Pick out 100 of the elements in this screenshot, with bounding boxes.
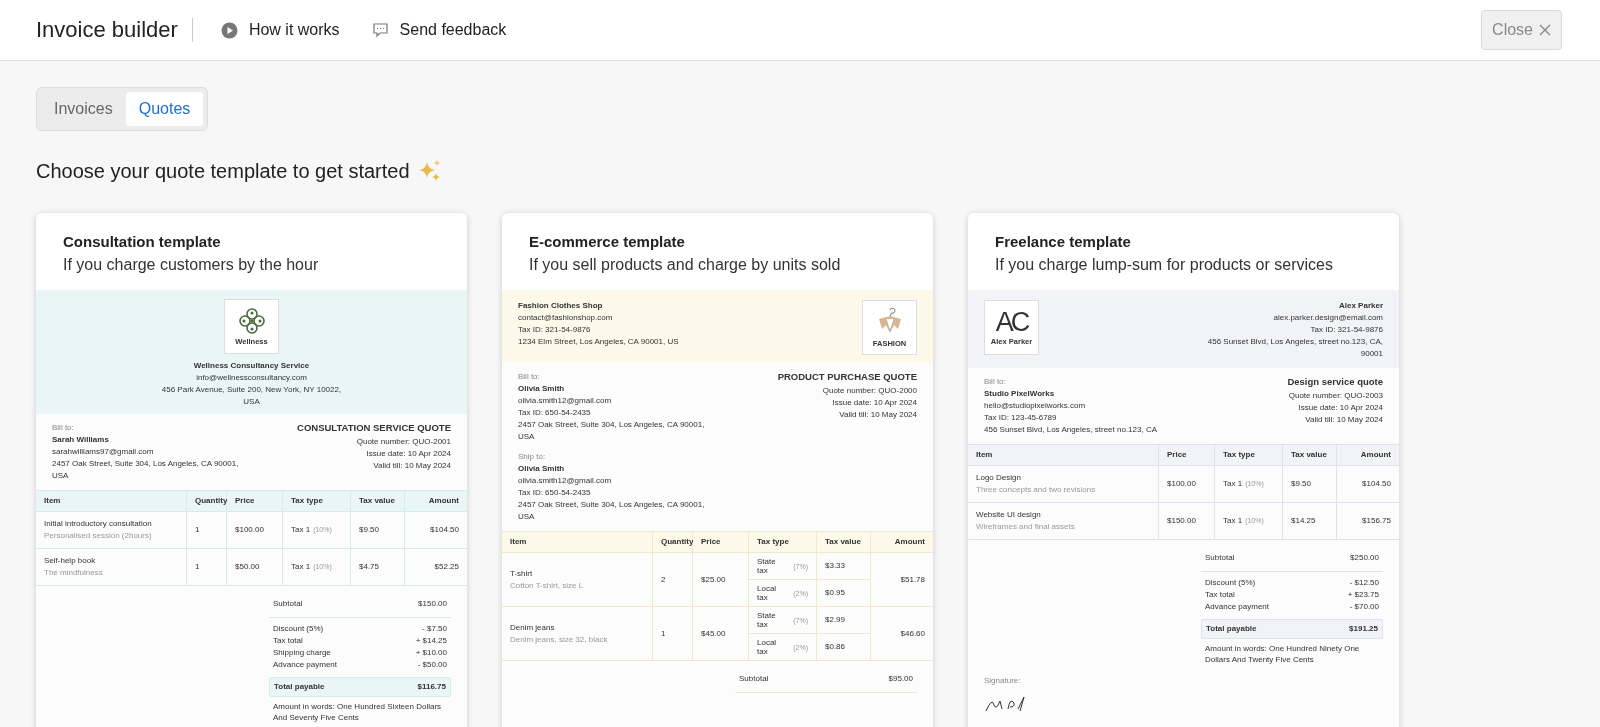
quote-detail: Issue date: 10 Apr 2024 (832, 397, 917, 409)
client-detail: hello@studiopixelworks.com (984, 400, 1087, 412)
tax-value: $3.33 (825, 560, 846, 572)
column-header: Price (1159, 445, 1215, 465)
company-detail: 456 Sunset Blvd, Los Angeles, street no.123, CA, 90001 (1206, 336, 1383, 360)
item-description: Personalised session (2hours) (44, 530, 153, 542)
company-detail: Tax ID: 321-54-9876 (518, 324, 592, 336)
client-name: Olivia Smith (518, 463, 566, 475)
item-description: Denim jeans, size 32, black (510, 633, 609, 646)
party-label: Bill to: (984, 376, 1007, 388)
table-cell-text: 1 (195, 524, 201, 536)
column-header: Price (227, 491, 283, 511)
party-label: Bill to: (518, 371, 541, 383)
party-label: Bill to: (52, 422, 75, 434)
item-description: Wireframes and final assets (976, 521, 1076, 533)
column-header: Tax type (749, 532, 817, 552)
quote-title: Design service quote (1287, 376, 1383, 388)
summary-label: Tax total (273, 635, 303, 647)
company-detail: alex.parker.design@email.com (1273, 312, 1383, 324)
tab[interactable]: Quotes (125, 92, 204, 126)
tax-value: $14.25 (1291, 515, 1316, 527)
item-name: Logo Design (976, 472, 1022, 484)
client-detail: sarahwilliams97@gmail.com (52, 446, 155, 458)
client-detail: Tax ID: 123-45-6789 (984, 412, 1058, 424)
column-header: Quantity (187, 491, 227, 511)
summary-label: Subtotal (739, 673, 769, 685)
tax-type: State tax (757, 611, 777, 629)
company-detail: Tax ID: 321-54-9876 (1310, 324, 1383, 336)
close-button[interactable]: Close (1481, 10, 1562, 50)
client-detail: 456 Sunset Blvd, Los Angeles, street no.123, CA (984, 424, 1157, 436)
tax-type: Tax 1 (291, 524, 311, 536)
amount-in-words: Amount in words: One Hundred Ninety One Dollars And Twenty Five Cents (1204, 643, 1361, 665)
template-subtitle: If you charge customers by the hour (63, 256, 320, 274)
item-name: T-shirt (510, 567, 534, 580)
tax-type: Tax 1 (1223, 478, 1243, 490)
table-cell: $104.50 (430, 524, 459, 536)
summary-value: $250.00 (1350, 552, 1379, 564)
summary-value: - $50.00 (417, 659, 447, 671)
client-detail: 2457 Oak Street, Suite 304, Los Angeles, CA 90001, USA (518, 499, 706, 523)
tax-type: Local tax (757, 638, 778, 656)
client-name: Studio PixelWorks (984, 388, 1056, 400)
table-cell-text: 2 (661, 573, 667, 586)
signature-label: Signature: (984, 675, 1022, 687)
summary-label: Advance payment (1205, 601, 1270, 613)
company-name: Alex Parker (1338, 300, 1383, 312)
summary-label: Discount (5%) (273, 623, 324, 635)
column-header: Tax type (1215, 445, 1283, 465)
flower-logo-icon (237, 307, 266, 335)
column-header: Item (502, 532, 653, 552)
client-name: Sarah Williams (52, 434, 110, 446)
header-link[interactable]: Send feedback (371, 21, 507, 39)
client-detail: olivia.smith12@gmail.com (518, 395, 613, 407)
header-link[interactable]: How it works (220, 21, 340, 39)
tax-value: $0.95 (825, 587, 846, 599)
tab[interactable]: Invoices (41, 92, 126, 126)
summary-label: Subtotal (273, 598, 303, 610)
company-name: Wellness Consultancy Service (193, 360, 310, 372)
summary-value: $95.00 (888, 673, 913, 685)
quote-detail: Valid till: 10 May 2024 (373, 460, 451, 472)
template-subtitle: If you sell products and charge by units sold (529, 256, 842, 274)
app-title: Invoice builder (36, 18, 193, 42)
summary-value: - $12.50 (1349, 577, 1379, 589)
company-name: Fashion Clothes Shop (518, 300, 604, 312)
total-value: $116.75 (417, 681, 446, 693)
table-cell: $52.25 (434, 561, 459, 573)
item-name: Website UI design (976, 509, 1042, 521)
total-value: $191.25 (1349, 623, 1378, 635)
summary-value: - $7.50 (422, 623, 447, 635)
quote-detail: Issue date: 10 Apr 2024 (1298, 402, 1383, 414)
table-cell: $156.75 (1362, 515, 1391, 527)
tax-value: $9.50 (359, 524, 380, 536)
tax-type: Local tax (757, 584, 778, 602)
logo-mark: AC (995, 309, 1028, 335)
template-title: E-commerce template (529, 233, 686, 250)
table-cell-text: $150.00 (1167, 515, 1197, 527)
summary-value: + $23.75 (1347, 589, 1379, 601)
tax-value: $2.99 (825, 614, 846, 626)
client-detail: Tax ID: 650-54-2435 (518, 487, 592, 499)
table-cell: $46.60 (900, 627, 925, 640)
table-cell-text: $100.00 (1167, 478, 1197, 490)
summary-label: Discount (5%) (1205, 577, 1256, 589)
client-detail: 2457 Oak Street, Suite 304, Los Angeles, CA 90001, USA (518, 419, 706, 443)
column-header: Item (968, 445, 1159, 465)
tax-value: $0.86 (825, 641, 846, 653)
column-header: Tax value (817, 532, 871, 552)
play-icon (220, 21, 238, 39)
item-description: Three concepts and two revisions (976, 484, 1097, 496)
item-description: The mindfulness (44, 567, 104, 579)
summary-value: $150.00 (418, 598, 447, 610)
company-detail: 1234 Elm Street, Los Angeles, CA 90001, US (518, 336, 679, 348)
quote-detail: Quote number: QUO-2001 (356, 436, 451, 448)
column-header: Amount (871, 532, 933, 552)
page-heading: Choose your quote template to get started (36, 159, 410, 183)
column-header: Amount (405, 491, 467, 511)
column-header: Quantity (653, 532, 693, 552)
quote-title: CONSULTATION SERVICE QUOTE (297, 422, 451, 434)
summary-value: + $14.25 (415, 635, 447, 647)
comment-icon (371, 22, 389, 38)
column-header: Tax type (283, 491, 351, 511)
total-label: Total payable (1206, 623, 1257, 635)
